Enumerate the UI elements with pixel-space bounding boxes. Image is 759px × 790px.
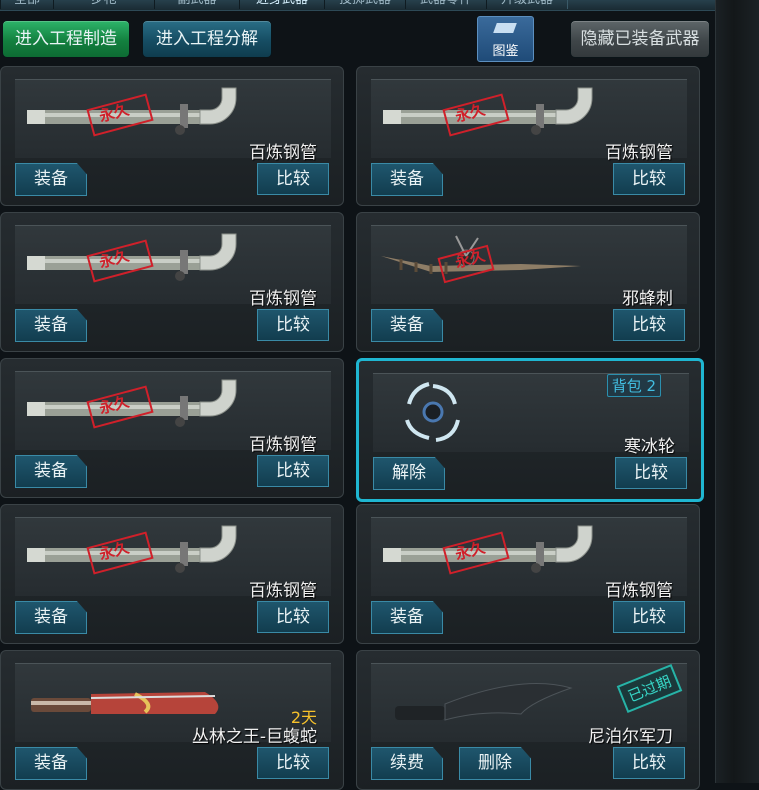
weapon-card[interactable]: 永久 百炼钢管 装备 比较 bbox=[0, 504, 344, 644]
weapon-card[interactable]: 永久 邪蜂刺 装备 比较 bbox=[356, 212, 700, 352]
compare-button[interactable]: 比较 bbox=[613, 601, 685, 633]
codex-button[interactable]: 图鉴 bbox=[477, 16, 534, 62]
engineer-make-button[interactable]: 进入工程制造 bbox=[2, 20, 130, 58]
weapon-display: 已过期尼泊尔军刀 bbox=[371, 663, 687, 747]
equip-button[interactable]: 装备 bbox=[371, 309, 443, 342]
tab-secondary[interactable]: 副武器 bbox=[154, 0, 240, 9]
weapon-display: 永久 百炼钢管 bbox=[15, 371, 331, 455]
weapon-card[interactable]: 永久 百炼钢管 装备 比较 bbox=[356, 66, 700, 206]
hide-equipped-button[interactable]: 隐藏已装备武器 bbox=[570, 20, 710, 58]
equip-button[interactable]: 装备 bbox=[15, 309, 87, 342]
weapon-name: 丛林之王-巨蝮蛇 bbox=[191, 727, 317, 747]
codex-label: 图鉴 bbox=[492, 44, 519, 59]
compare-button[interactable]: 比较 bbox=[257, 601, 329, 633]
tab-throwing[interactable]: 投掷武器 bbox=[324, 0, 406, 9]
tab-all[interactable]: 全部 bbox=[0, 0, 54, 9]
renew-button[interactable]: 续费 bbox=[371, 747, 443, 780]
compare-button[interactable]: 比较 bbox=[257, 455, 329, 487]
weapon-name: 百炼钢管 bbox=[249, 581, 317, 601]
weapon-name: 百炼钢管 bbox=[605, 581, 673, 601]
weapon-card[interactable]: 永久 百炼钢管 装备 比较 bbox=[0, 212, 344, 352]
weapon-display: 永久 百炼钢管 bbox=[15, 517, 331, 601]
compare-button[interactable]: 比较 bbox=[613, 747, 685, 779]
tab-melee[interactable]: 近身武器 bbox=[239, 0, 325, 9]
mortarboard-icon bbox=[493, 23, 517, 33]
tab-rifle[interactable]: 步枪 bbox=[53, 0, 155, 9]
equip-button[interactable]: 装备 bbox=[15, 455, 87, 488]
weapon-name: 百炼钢管 bbox=[249, 435, 317, 455]
weapon-display: 永久 百炼钢管 bbox=[371, 517, 687, 601]
weapon-name: 百炼钢管 bbox=[249, 143, 317, 163]
unequip-button[interactable]: 解除 bbox=[373, 457, 445, 490]
weapon-name: 百炼钢管 bbox=[605, 143, 673, 163]
background-scenery bbox=[715, 0, 759, 783]
weapon-card[interactable]: 已过期尼泊尔军刀续费 删除 比较 bbox=[356, 650, 700, 790]
weapon-name: 尼泊尔军刀 bbox=[588, 727, 673, 747]
weapon-card[interactable]: 背包 2 寒冰轮解除 比较 bbox=[356, 358, 704, 502]
kukri-knife-icon bbox=[395, 683, 573, 721]
weapon-card[interactable]: 永久 百炼钢管 装备 比较 bbox=[0, 66, 344, 206]
engineer-disassemble-button[interactable]: 进入工程分解 bbox=[142, 20, 272, 58]
ice-wheel-icon bbox=[405, 382, 460, 442]
compare-button[interactable]: 比较 bbox=[613, 163, 685, 195]
weapon-card[interactable]: 永久 百炼钢管 装备 比较 bbox=[0, 358, 344, 498]
category-tabs: 全部 步枪 副武器 近身武器 投掷武器 武器零件 升级武器 bbox=[0, 0, 715, 11]
equip-button[interactable]: 装备 bbox=[15, 601, 87, 634]
equip-button[interactable]: 装备 bbox=[15, 163, 87, 196]
compare-button[interactable]: 比较 bbox=[615, 457, 687, 489]
compare-button[interactable]: 比较 bbox=[613, 309, 685, 341]
equip-button[interactable]: 装备 bbox=[371, 601, 443, 634]
weapon-display: 2天 丛林之王-巨蝮蛇 bbox=[15, 663, 331, 747]
weapon-name: 寒冰轮 bbox=[624, 437, 675, 457]
tab-upgrade[interactable]: 升级武器 bbox=[486, 0, 568, 9]
compare-button[interactable]: 比较 bbox=[257, 309, 329, 341]
equip-button[interactable]: 装备 bbox=[15, 747, 87, 780]
weapon-name: 百炼钢管 bbox=[249, 289, 317, 309]
compare-button[interactable]: 比较 bbox=[257, 163, 329, 195]
weapon-card[interactable]: 2天 丛林之王-巨蝮蛇 装备 比较 bbox=[0, 650, 344, 790]
weapon-display: 永久 百炼钢管 bbox=[15, 225, 331, 309]
equip-button[interactable]: 装备 bbox=[371, 163, 443, 196]
weapon-name: 邪蜂刺 bbox=[622, 289, 673, 309]
weapon-display: 永久 百炼钢管 bbox=[15, 79, 331, 163]
compare-button[interactable]: 比较 bbox=[257, 747, 329, 779]
weapon-display: 永久 邪蜂刺 bbox=[371, 225, 687, 309]
weapon-card[interactable]: 永久 百炼钢管 装备 比较 bbox=[356, 504, 700, 644]
expired-stamp: 已过期 bbox=[616, 664, 683, 713]
backpack-badge: 背包 2 bbox=[606, 374, 661, 397]
weapon-display: 永久 百炼钢管 bbox=[371, 79, 687, 163]
tab-parts[interactable]: 武器零件 bbox=[405, 0, 487, 9]
delete-button[interactable]: 删除 bbox=[459, 747, 531, 780]
weapon-display: 背包 2 寒冰轮 bbox=[373, 373, 689, 457]
